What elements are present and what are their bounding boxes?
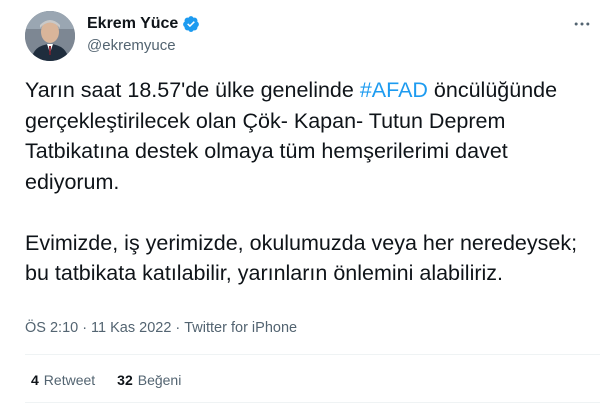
profile-photo-icon <box>25 11 75 61</box>
divider <box>25 354 600 355</box>
author-handle[interactable]: @ekremyuce <box>87 36 176 56</box>
divider <box>25 402 600 403</box>
tweet-source[interactable]: Twitter for iPhone <box>184 318 297 338</box>
meta-separator: · <box>175 320 181 336</box>
retweets-label: Retweet <box>43 372 96 388</box>
tweet-date[interactable]: 11 Kas 2022 <box>91 318 171 338</box>
author-name[interactable]: Ekrem Yüce <box>87 14 200 34</box>
likes-label: Beğeni <box>137 372 182 388</box>
tweet-card: Ekrem Yüce @ekremyuce Yarın saat 18.57'd… <box>0 0 615 407</box>
tweet-text-before: Yarın saat 18.57'de ülke genelinde <box>25 78 360 102</box>
likes-stat[interactable]: 32 Beğeni <box>117 370 181 390</box>
tweet-stats: 4 Retweet 32 Beğeni <box>31 370 181 390</box>
retweets-count: 4 <box>31 372 39 388</box>
tweet-text-after: öncülüğünde gerçekleştirilecek olan Çök-… <box>25 78 578 285</box>
avatar[interactable] <box>25 11 75 61</box>
tweet-time[interactable]: ÖS 2:10 <box>25 318 78 338</box>
likes-count: 32 <box>117 372 133 388</box>
hashtag-link[interactable]: #AFAD <box>360 78 428 102</box>
meta-separator: · <box>82 320 88 336</box>
more-options-icon <box>574 22 590 26</box>
tweet-meta: ÖS 2:10 · 11 Kas 2022 · Twitter for iPho… <box>25 318 297 338</box>
tweet-text: Yarın saat 18.57'de ülke genelinde #AFAD… <box>25 75 600 289</box>
retweets-stat[interactable]: 4 Retweet <box>31 370 95 390</box>
author-name-text: Ekrem Yüce <box>87 15 179 32</box>
verified-badge-icon <box>183 16 200 32</box>
more-options-button[interactable] <box>570 12 594 36</box>
